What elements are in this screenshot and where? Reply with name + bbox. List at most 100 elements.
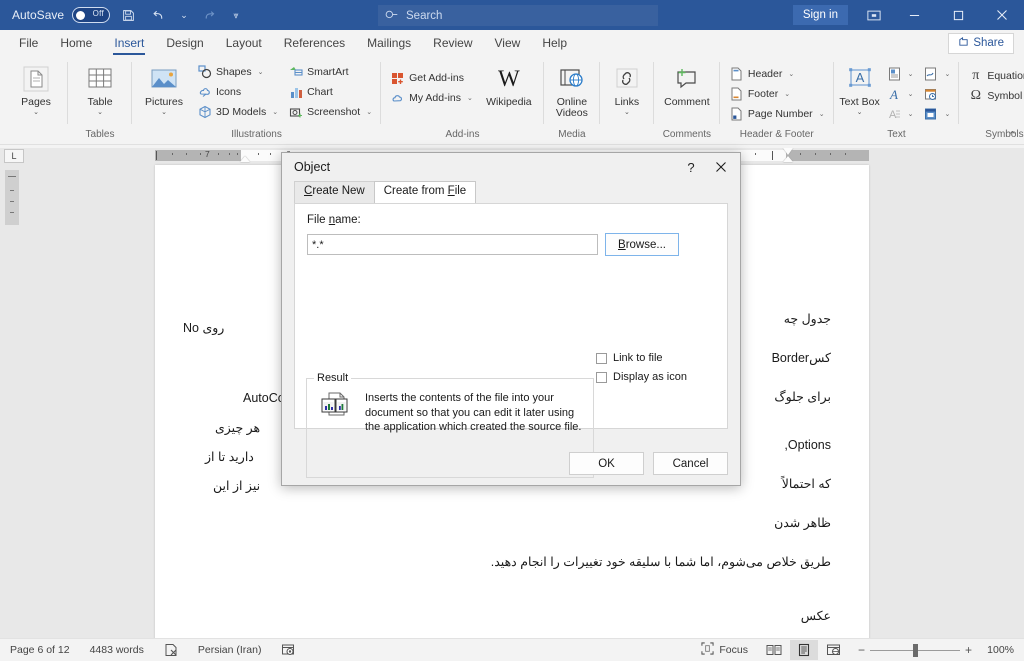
drop-cap-button[interactable]: A ⌄	[883, 104, 918, 123]
object-button[interactable]: ⌄	[919, 104, 954, 123]
link-to-file-checkbox[interactable]	[596, 352, 607, 364]
comment-button[interactable]: Comment	[659, 60, 715, 108]
3d-models-button[interactable]: 3D Models ⌄	[193, 102, 282, 121]
signature-line-caret-icon[interactable]: ⌄	[944, 70, 950, 78]
tab-mailings[interactable]: Mailings	[356, 32, 422, 55]
equation-button[interactable]: π Equation ⌄	[964, 66, 1024, 85]
ok-button[interactable]: OK	[569, 452, 644, 475]
wordart-button[interactable]: A ⌄	[883, 84, 918, 103]
chart-button[interactable]: Chart	[284, 82, 376, 101]
links-button[interactable]: Links ⌄	[605, 60, 649, 117]
tab-references[interactable]: References	[273, 32, 356, 55]
footer-button[interactable]: Footer ⌄	[725, 84, 829, 103]
share-button[interactable]: Share	[948, 33, 1014, 54]
header-button[interactable]: Header ⌄	[725, 64, 829, 83]
tab-file[interactable]: File	[8, 32, 49, 55]
zoom-slider[interactable]: − +	[850, 643, 980, 657]
zoom-track[interactable]	[869, 643, 960, 657]
help-question-icon[interactable]: ?	[676, 155, 706, 179]
proofing-errors-icon[interactable]	[154, 643, 188, 657]
close-icon[interactable]	[980, 0, 1024, 30]
my-addins-caret-icon[interactable]: ⌄	[467, 94, 473, 102]
dialog-tab-create-new[interactable]: Create New	[294, 181, 375, 203]
read-mode-icon[interactable]	[760, 640, 788, 660]
sign-in-button[interactable]: Sign in	[792, 5, 848, 25]
dialog-close-icon[interactable]	[706, 155, 736, 179]
accessibility-checker-icon[interactable]	[271, 643, 305, 657]
my-addins-button[interactable]: My Add-ins ⌄	[386, 88, 477, 107]
object-dialog[interactable]: Object ? Create New Create from File Fil…	[281, 152, 741, 486]
pictures-button[interactable]: Pictures ⌄	[137, 60, 191, 117]
undo-icon[interactable]	[146, 4, 170, 26]
screenshot-caret-icon[interactable]: ⌄	[366, 108, 372, 116]
web-layout-icon[interactable]	[820, 640, 848, 660]
minimize-icon[interactable]	[892, 0, 936, 30]
hanging-indent-marker[interactable]	[783, 156, 793, 162]
zoom-out-button[interactable]: −	[858, 643, 865, 657]
links-caret-icon[interactable]: ⌄	[624, 108, 630, 117]
tab-design[interactable]: Design	[155, 32, 214, 55]
shapes-button[interactable]: Shapes ⌄	[193, 62, 282, 81]
drop-cap-caret-icon[interactable]: ⌄	[908, 110, 914, 118]
link-to-file-row[interactable]: Link to file	[596, 352, 663, 364]
tab-review[interactable]: Review	[422, 32, 483, 55]
footer-caret-icon[interactable]: ⌄	[784, 90, 790, 98]
pages-button[interactable]: Pages ⌄	[9, 60, 63, 117]
screenshot-button[interactable]: Screenshot ⌄	[284, 102, 376, 121]
date-time-button[interactable]	[919, 84, 954, 103]
zoom-in-button[interactable]: +	[965, 643, 972, 657]
icons-button[interactable]: Icons	[193, 82, 282, 101]
collapse-ribbon-chevron-icon[interactable]: ⌃	[1008, 129, 1017, 142]
signature-line-button[interactable]: ⌄	[919, 64, 954, 83]
zoom-handle[interactable]	[912, 643, 918, 657]
tab-insert[interactable]: Insert	[103, 32, 155, 55]
undo-dropdown-chevron-icon[interactable]: ⌄	[176, 4, 192, 26]
page-info[interactable]: Page 6 of 12	[0, 644, 80, 656]
ribbon-display-options-icon[interactable]	[856, 0, 892, 30]
get-addins-button[interactable]: Get Add-ins	[386, 68, 477, 87]
header-caret-icon[interactable]: ⌄	[788, 70, 794, 78]
text-box-caret-icon[interactable]: ⌄	[857, 108, 863, 117]
page-number-caret-icon[interactable]: ⌄	[819, 110, 825, 118]
save-icon[interactable]	[116, 4, 140, 26]
language-indicator[interactable]: Persian (Iran)	[188, 644, 272, 656]
maximize-icon[interactable]	[936, 0, 980, 30]
3d-models-caret-icon[interactable]: ⌄	[272, 108, 278, 116]
redo-icon[interactable]	[198, 4, 222, 26]
wordart-caret-icon[interactable]: ⌄	[908, 90, 914, 98]
quick-parts-button[interactable]: ⌄	[883, 64, 918, 83]
page-number-button[interactable]: Page Number ⌄	[725, 104, 829, 123]
first-line-indent-marker[interactable]	[783, 148, 793, 155]
browse-button[interactable]: Browse...	[605, 233, 679, 256]
pictures-caret-icon[interactable]: ⌄	[161, 108, 167, 117]
shapes-caret-icon[interactable]: ⌄	[258, 68, 264, 76]
zoom-level[interactable]: 100%	[982, 644, 1014, 656]
table-button[interactable]: Table ⌄	[73, 60, 127, 117]
pages-caret-icon[interactable]: ⌄	[33, 108, 39, 117]
text-box-button[interactable]: A Text Box ⌄	[839, 60, 881, 117]
left-tab-stop-icon[interactable]: L	[4, 149, 24, 163]
table-caret-icon[interactable]: ⌄	[97, 108, 103, 117]
wikipedia-button[interactable]: W Wikipedia	[479, 60, 539, 108]
focus-mode-button[interactable]: Focus	[691, 642, 758, 658]
symbol-button[interactable]: Ω Symbol ⌄	[964, 86, 1024, 105]
autosave-toggle[interactable]: Off	[72, 7, 111, 23]
dialog-tab-create-from-file[interactable]: Create from File	[373, 181, 477, 203]
quick-access-more-icon[interactable]: ⩔	[228, 4, 244, 26]
display-as-icon-row[interactable]: Display as icon	[596, 371, 687, 383]
word-count[interactable]: 4483 words	[80, 644, 154, 656]
tab-view[interactable]: View	[484, 32, 532, 55]
cancel-button[interactable]: Cancel	[653, 452, 728, 475]
quick-parts-caret-icon[interactable]: ⌄	[908, 70, 914, 78]
object-caret-icon[interactable]: ⌄	[944, 110, 950, 118]
print-layout-icon[interactable]	[789, 640, 818, 660]
left-indent-marker[interactable]	[240, 156, 250, 162]
tab-help[interactable]: Help	[531, 32, 578, 55]
search-bar[interactable]: Search	[378, 5, 658, 26]
tab-home[interactable]: Home	[49, 32, 103, 55]
tab-layout[interactable]: Layout	[215, 32, 273, 55]
display-as-icon-checkbox[interactable]	[596, 371, 607, 383]
vertical-ruler[interactable]	[5, 170, 19, 225]
file-name-input[interactable]	[307, 234, 598, 255]
smartart-button[interactable]: SmartArt	[284, 62, 376, 81]
